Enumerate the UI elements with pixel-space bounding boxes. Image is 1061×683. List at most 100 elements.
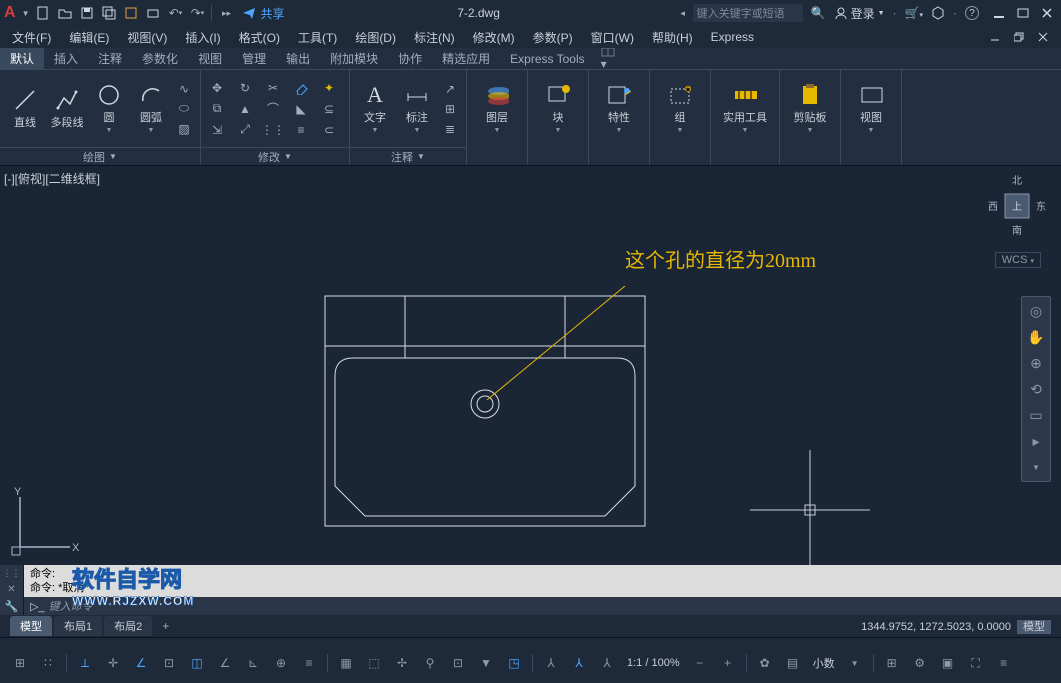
web-icon[interactable] bbox=[121, 3, 141, 23]
scale-icon[interactable]: ⤢ bbox=[235, 121, 255, 139]
dyn-icon[interactable]: ⊕ bbox=[269, 651, 293, 675]
viewport-label[interactable]: [-][俯视][二维线框] bbox=[4, 170, 100, 187]
close-button[interactable] bbox=[1037, 5, 1057, 21]
grid-icon[interactable]: ⊞ bbox=[8, 651, 32, 675]
mirror-icon[interactable]: ▲ bbox=[235, 100, 255, 118]
layer-button[interactable]: 图层▼ bbox=[473, 80, 521, 138]
annoautoscale-icon[interactable]: ⅄ bbox=[595, 651, 619, 675]
quickview-icon[interactable]: ⊞ bbox=[880, 651, 904, 675]
spline-icon[interactable]: ∿ bbox=[174, 80, 194, 98]
panel-modify-label[interactable]: 修改▼ bbox=[201, 147, 349, 165]
layout-tab-add[interactable]: + bbox=[154, 617, 177, 635]
tab-featured[interactable]: 精选应用 bbox=[432, 47, 500, 70]
doc-restore-button[interactable] bbox=[1009, 29, 1029, 45]
help-icon[interactable]: ? bbox=[965, 6, 979, 20]
qat-dropdown[interactable]: ▼ bbox=[22, 9, 30, 18]
nav-fullnav-icon[interactable]: ◎ bbox=[1026, 301, 1046, 321]
trim-icon[interactable]: ✂ bbox=[263, 79, 283, 97]
layout-tab-model[interactable]: 模型 bbox=[10, 616, 52, 636]
hatch-icon[interactable]: ▨ bbox=[174, 120, 194, 138]
units-dropdown-icon[interactable]: ▼ bbox=[843, 651, 867, 675]
isolate-icon[interactable]: ▣ bbox=[936, 651, 960, 675]
cart-icon[interactable]: 🛒▾ bbox=[905, 6, 923, 20]
fillet-icon[interactable]: ⌒ bbox=[263, 100, 283, 118]
menu-draw[interactable]: 绘图(D) bbox=[347, 27, 404, 48]
isodraft-icon[interactable]: ∠ bbox=[129, 651, 153, 675]
menu-edit[interactable]: 编辑(E) bbox=[61, 27, 117, 48]
selection-cycling-icon[interactable]: ⬚ bbox=[362, 651, 386, 675]
login-button[interactable]: 登录 ▼ bbox=[834, 5, 885, 22]
text-button[interactable]: A文字▼ bbox=[356, 80, 394, 138]
nav-expand-icon[interactable]: ▼ bbox=[1026, 457, 1046, 477]
zoom-plus-icon[interactable]: + bbox=[716, 651, 740, 675]
leader-icon[interactable]: ↗ bbox=[440, 80, 460, 98]
plot-icon[interactable] bbox=[143, 3, 163, 23]
osnap-icon[interactable]: ⊡ bbox=[157, 651, 181, 675]
app-icon[interactable] bbox=[931, 6, 945, 20]
drawing-canvas[interactable]: [-][俯视][二维线框] 这个孔的直径为20mm Y X 上 北 南 bbox=[0, 166, 1061, 565]
saveas-icon[interactable] bbox=[99, 3, 119, 23]
circle-button[interactable]: 圆▼ bbox=[90, 80, 128, 138]
command-history[interactable]: 命令: 命令: *取消* bbox=[24, 565, 1061, 597]
tab-parametric[interactable]: 参数化 bbox=[132, 47, 188, 70]
search-icon[interactable]: 🔍 bbox=[811, 6, 826, 20]
maximize-button[interactable] bbox=[1013, 5, 1033, 21]
tab-collaborate[interactable]: 协作 bbox=[388, 47, 432, 70]
zoom-minus-icon[interactable]: − bbox=[688, 651, 712, 675]
redo-icon[interactable]: ↷▾ bbox=[187, 3, 207, 23]
move-icon[interactable]: ✥ bbox=[207, 79, 227, 97]
selection-filter-icon[interactable]: ▼ bbox=[474, 651, 498, 675]
nav-orbit-icon[interactable]: ⟲ bbox=[1026, 379, 1046, 399]
align-icon[interactable]: ≡ bbox=[291, 121, 311, 139]
otrack-icon[interactable]: ∠ bbox=[213, 651, 237, 675]
polar-icon[interactable]: ✛ bbox=[101, 651, 125, 675]
utilities-button[interactable]: 实用工具▼ bbox=[717, 80, 773, 138]
wcs-label[interactable]: WCS ▾ bbox=[995, 252, 1041, 268]
annovisibility-icon[interactable]: ⅄ bbox=[567, 651, 591, 675]
customize-statusbar-icon[interactable]: ≡ bbox=[992, 651, 1016, 675]
cleanscreen-icon[interactable]: ⛶ bbox=[964, 651, 988, 675]
nav-showmotion-icon[interactable]: ▭ bbox=[1026, 405, 1046, 425]
minimize-button[interactable] bbox=[989, 5, 1009, 21]
layout-tab-2[interactable]: 布局2 bbox=[104, 616, 152, 636]
tab-expand-icon[interactable]: ▾ bbox=[595, 44, 621, 74]
cmd-customize-icon[interactable]: 🔧 bbox=[5, 600, 19, 613]
tab-addins[interactable]: 附加模块 bbox=[320, 47, 388, 70]
block-button[interactable]: 块▼ bbox=[534, 80, 582, 138]
mtext-icon[interactable]: ≣ bbox=[440, 120, 460, 138]
nav-more-icon[interactable]: ▸ bbox=[1026, 431, 1046, 451]
units-icon[interactable]: ▤ bbox=[781, 651, 805, 675]
hardware-icon[interactable]: ⚙ bbox=[908, 651, 932, 675]
properties-button[interactable]: 特性▼ bbox=[595, 80, 643, 138]
undo-icon[interactable]: ↶▾ bbox=[165, 3, 185, 23]
annotation-monitor-icon[interactable]: ⚲ bbox=[418, 651, 442, 675]
clipboard-button[interactable]: 剪贴板▼ bbox=[786, 80, 834, 138]
tab-express[interactable]: Express Tools bbox=[500, 49, 594, 69]
cmd-close-icon[interactable]: ✕ bbox=[7, 584, 15, 595]
cmd-handle-icon[interactable]: ⋮⋮ bbox=[3, 568, 21, 579]
menu-parametric[interactable]: 参数(P) bbox=[525, 27, 581, 48]
share-button[interactable]: 共享 bbox=[242, 5, 284, 22]
tab-output[interactable]: 输出 bbox=[276, 47, 320, 70]
array-icon[interactable]: ⋮⋮ bbox=[263, 121, 283, 139]
stretch-icon[interactable]: ⇲ bbox=[207, 121, 227, 139]
lwt-icon[interactable]: ≡ bbox=[297, 651, 321, 675]
transparency-icon[interactable]: ▦ bbox=[334, 651, 358, 675]
tab-insert[interactable]: 插入 bbox=[44, 47, 88, 70]
space-badge[interactable]: 模型 bbox=[1017, 620, 1051, 634]
menu-express[interactable]: Express bbox=[703, 28, 762, 46]
nav-pan-icon[interactable]: ✋ bbox=[1026, 327, 1046, 347]
menu-insert[interactable]: 插入(I) bbox=[177, 27, 228, 48]
viewcube[interactable]: 上 北 南 西 东 bbox=[985, 172, 1047, 254]
ui-lock-icon[interactable]: ◳ bbox=[502, 651, 526, 675]
line-button[interactable]: 直线 bbox=[6, 80, 44, 138]
offset-icon[interactable]: ⊆ bbox=[319, 100, 339, 118]
gizmo-icon[interactable]: ✢ bbox=[390, 651, 414, 675]
polyline-button[interactable]: 多段线 bbox=[48, 80, 86, 138]
doc-minimize-button[interactable] bbox=[985, 29, 1005, 45]
arc-button[interactable]: 圆弧▼ bbox=[132, 80, 170, 138]
panel-annotation-label[interactable]: 注释▼ bbox=[350, 147, 466, 165]
chamfer-icon[interactable]: ◣ bbox=[291, 100, 311, 118]
layout-tab-1[interactable]: 布局1 bbox=[54, 616, 102, 636]
search-input[interactable]: 键入关键字或短语 bbox=[693, 4, 803, 22]
